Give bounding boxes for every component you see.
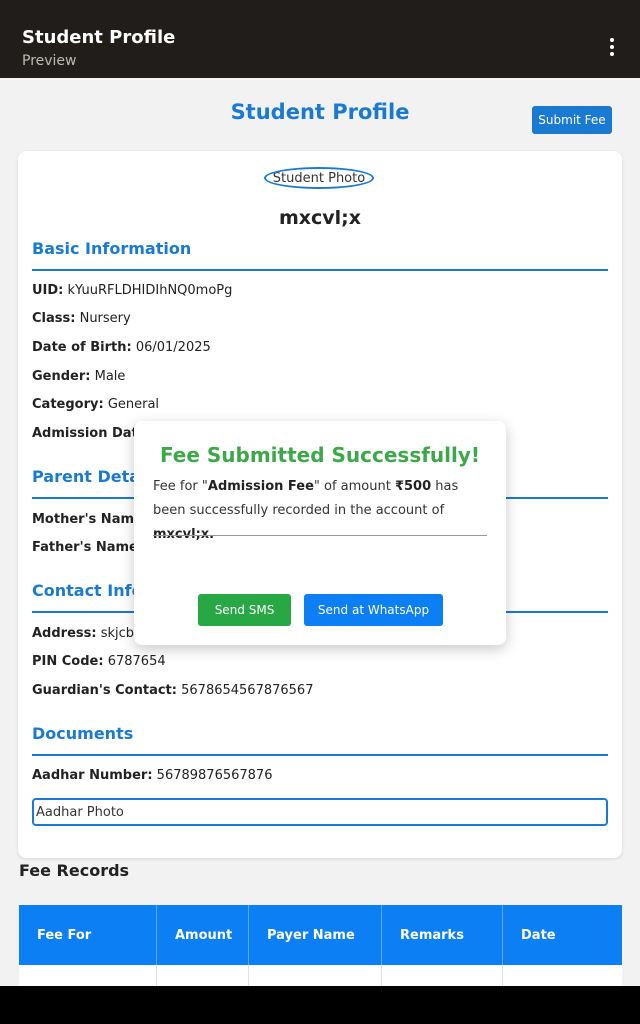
aadhar-number-row: Aadhar Number: 56789876567876 [32,768,273,783]
column-amount: Amount [157,905,249,965]
column-remarks: Remarks [382,905,503,965]
system-navigation-bar [0,986,640,1024]
section-basic-information: Basic Information [32,239,608,271]
column-date: Date [521,927,556,943]
guardian-contact-row: Guardian's Contact: 5678654567876567 [32,683,314,698]
address-row: Address: skjcbk [32,626,142,641]
dialog-message: Fee for "Admission Fee" of amount ₹500 h… [153,479,459,542]
student-photo: Student Photo [264,167,374,189]
fee-records-heading: Fee Records [19,861,130,880]
gender-row: Gender: Male [32,369,126,384]
submit-fee-button[interactable]: Submit Fee [532,106,612,134]
app-bar: Student Profile Preview [0,0,640,78]
mother-name-row: Mother's Name: [32,512,149,527]
fee-success-dialog: Fee Submitted Successfully! Fee for "Adm… [134,421,506,645]
fee-records-table: Fee For Amount Payer Name Remarks Date [19,905,622,986]
dialog-title: Fee Submitted Successfully! [159,443,481,467]
dialog-divider [153,535,487,536]
student-name: mxcvl;x [278,207,362,229]
aadhar-photo: Aadhar Photo [32,798,608,826]
table-row [19,965,622,986]
father-name-row: Father's Name: [32,540,144,555]
more-vertical-icon[interactable] [604,38,620,62]
pin-code-row: PIN Code: 6787654 [32,654,166,669]
app-subtitle: Preview [22,53,77,69]
dob-row: Date of Birth: 06/01/2025 [32,340,211,355]
category-row: Category: General [32,397,160,412]
table-header-row: Fee For Amount Payer Name Remarks Date [19,905,622,965]
send-whatsapp-button[interactable]: Send at WhatsApp [304,594,443,626]
admission-date-row: Admission Date [32,426,147,441]
section-documents: Documents [32,724,608,756]
class-row: Class: Nursery [32,311,131,326]
column-fee-for: Fee For [19,905,157,965]
uid-row: UID: kYuuRFLDHIDIhNQ0moPg [32,283,233,298]
column-payer-name: Payer Name [249,905,382,965]
app-title: Student Profile [22,27,176,48]
send-sms-button[interactable]: Send SMS [198,594,291,626]
